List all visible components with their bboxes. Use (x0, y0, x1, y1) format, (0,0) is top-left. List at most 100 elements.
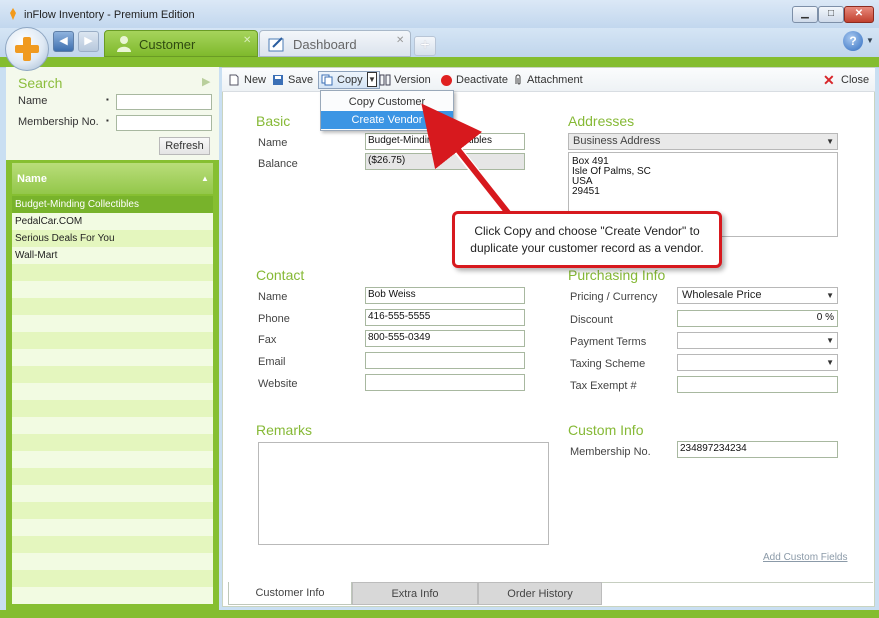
list-item-empty (12, 383, 213, 400)
list-header[interactable]: Name ▲ (12, 163, 213, 194)
pricing-value: Wholesale Price (682, 289, 762, 301)
tab-label: Dashboard (293, 37, 357, 52)
tab-customer[interactable]: Customer ✕ (104, 30, 258, 57)
add-custom-fields-link[interactable]: Add Custom Fields (763, 552, 847, 563)
phone-input[interactable]: 416-555-5555 (365, 309, 525, 326)
forward-button[interactable]: ▶ (78, 31, 99, 52)
list-item[interactable]: Serious Deals For You (12, 230, 213, 247)
address-line: 29451 (572, 186, 600, 197)
status-bar (0, 610, 879, 618)
list-item-empty (12, 519, 213, 536)
help-button[interactable]: ? (843, 31, 863, 51)
dropdown-arrow-icon[interactable]: ▪ (106, 95, 109, 104)
close-icon: ✕ (823, 72, 835, 88)
chevron-down-icon[interactable]: ▼ (866, 36, 874, 45)
search-membership-input[interactable] (116, 115, 212, 131)
menu-item-copy-customer[interactable]: Copy Customer (321, 93, 453, 111)
website-input[interactable] (365, 374, 525, 391)
list-item-empty (12, 417, 213, 434)
list-item[interactable]: Wall-Mart (12, 247, 213, 264)
taxing-scheme-select[interactable]: ▼ (677, 354, 838, 371)
search-header: Search (18, 75, 63, 91)
tax-exempt-label: Tax Exempt # (570, 380, 637, 392)
copy-dropdown-menu: Copy Customer Create Vendor (320, 90, 454, 131)
list-item-empty (12, 349, 213, 366)
dropdown-arrow-icon[interactable]: ▪ (106, 116, 109, 125)
back-button[interactable]: ◀ (53, 31, 74, 52)
search-membership-label: Membership No. (18, 116, 99, 128)
copy-dropdown-icon[interactable]: ▼ (367, 72, 377, 87)
contact-name-input[interactable]: Bob Weiss (365, 287, 525, 304)
tab-customer-info[interactable]: Customer Info (228, 582, 352, 605)
list-item-empty (12, 400, 213, 417)
remarks-section-title: Remarks (256, 422, 313, 438)
list-item[interactable]: PedalCar.COM (12, 213, 213, 230)
new-tab-button[interactable]: + (414, 36, 436, 56)
payment-terms-select[interactable]: ▼ (677, 332, 838, 349)
list-item-empty (12, 366, 213, 383)
list-item-empty (12, 587, 213, 604)
balance-label: Balance (258, 158, 298, 170)
menu-item-create-vendor[interactable]: Create Vendor (321, 111, 453, 129)
purchasing-section-title: Purchasing Info (568, 267, 666, 283)
taxing-scheme-label: Taxing Scheme (570, 358, 646, 370)
customer-icon (117, 36, 131, 52)
basic-section-title: Basic (256, 113, 291, 129)
tax-exempt-input[interactable] (677, 376, 838, 393)
version-button[interactable]: Version (394, 74, 431, 86)
save-button[interactable]: Save (288, 74, 313, 86)
tab-dashboard[interactable]: Dashboard ✕ (259, 30, 411, 57)
close-tab-icon[interactable]: ✕ (243, 35, 251, 46)
chevron-down-icon: ▼ (826, 358, 834, 367)
dashboard-icon (268, 37, 284, 52)
discount-label: Discount (570, 314, 613, 326)
deactivate-button[interactable]: Deactivate (456, 74, 508, 86)
version-icon (379, 74, 391, 86)
list-item-empty (12, 502, 213, 519)
instruction-callout: Click Copy and choose "Create Vendor" to… (452, 211, 722, 268)
list-item-empty (12, 332, 213, 349)
chevron-down-icon: ▼ (826, 291, 834, 300)
tab-extra-info[interactable]: Extra Info (352, 582, 478, 605)
search-name-input[interactable] (116, 94, 212, 110)
phone-label: Phone (258, 313, 290, 325)
chevron-down-icon: ▼ (826, 336, 834, 345)
list-item-empty (12, 451, 213, 468)
close-window-button[interactable]: ✕ (844, 6, 874, 23)
title-bar: inFlow Inventory - Premium Edition ▁ □ ✕ (0, 0, 879, 28)
list-header-label: Name (17, 173, 47, 185)
app-menu-button[interactable] (5, 27, 49, 71)
pricing-select[interactable]: Wholesale Price ▼ (677, 287, 838, 304)
copy-button[interactable]: Copy (337, 74, 363, 86)
custom-membership-input[interactable]: 234897234234 (677, 441, 838, 458)
refresh-button[interactable]: Refresh (159, 137, 210, 155)
attachment-button[interactable]: Attachment (527, 74, 583, 86)
deactivate-icon (441, 75, 452, 86)
save-icon (273, 75, 283, 85)
sort-arrow-icon: ▲ (201, 174, 209, 183)
maximize-button[interactable]: □ (818, 6, 844, 23)
balance-field: ($26.75) (365, 153, 525, 170)
list-item-empty (12, 315, 213, 332)
list-item-empty (12, 298, 213, 315)
address-type-select[interactable]: Business Address ▼ (568, 133, 838, 150)
pricing-label: Pricing / Currency (570, 291, 658, 303)
email-input[interactable] (365, 352, 525, 369)
custom-membership-label: Membership No. (570, 446, 651, 458)
close-tab-icon[interactable]: ✕ (396, 35, 404, 46)
tab-order-history[interactable]: Order History (478, 582, 602, 605)
discount-input[interactable]: 0 % (677, 310, 838, 327)
list-item-empty (12, 553, 213, 570)
close-button[interactable]: Close (841, 74, 869, 86)
minimize-button[interactable]: ▁ (792, 6, 818, 23)
fax-input[interactable]: 800-555-0349 (365, 330, 525, 347)
remarks-textarea[interactable] (258, 442, 549, 545)
ribbon-strip (0, 57, 879, 67)
list-item-empty (12, 434, 213, 451)
collapse-arrow-icon[interactable]: ▶ (202, 75, 210, 88)
search-name-label: Name (18, 95, 48, 107)
customer-name-input[interactable]: Budget-Minding Collectibles (365, 133, 525, 150)
discount-value: 0 % (816, 312, 834, 323)
new-button[interactable]: New (244, 74, 266, 86)
list-item[interactable]: Budget-Minding Collectibles (12, 196, 213, 213)
